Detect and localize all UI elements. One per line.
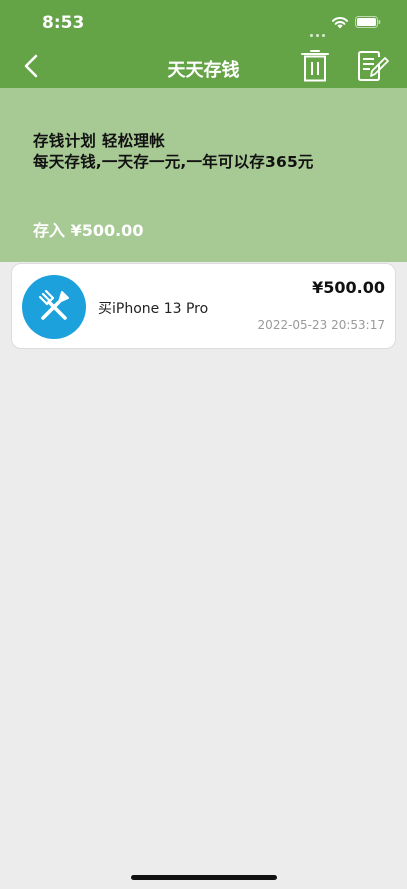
savings-banner: 存钱计划 轻松理帐 每天存钱,一天存一元,一年可以存365元 存入 ¥500.0… — [0, 88, 407, 262]
nav-bar: 天天存钱 — [0, 44, 407, 88]
trash-icon[interactable] — [300, 50, 330, 82]
status-time: 8:53 — [42, 13, 85, 33]
fork-knife-icon — [22, 275, 86, 339]
record-amount: ¥500.00 — [312, 278, 385, 297]
cellular-signal-icon — [310, 22, 328, 41]
record-card[interactable]: 买iPhone 13 Pro ¥500.00 2022-05-23 20:53:… — [11, 263, 396, 349]
banner-slogan: 存钱计划 轻松理帐 — [33, 132, 166, 150]
battery-icon — [355, 16, 381, 28]
home-indicator[interactable] — [131, 875, 277, 880]
page-title: 天天存钱 — [167, 60, 240, 81]
wifi-icon — [332, 17, 348, 29]
banner-description: 每天存钱,一天存一元,一年可以存365元 — [33, 153, 314, 171]
note-edit-icon[interactable] — [357, 51, 389, 81]
deposit-total: 存入 ¥500.00 — [33, 221, 144, 240]
status-bar: 8:53 — [0, 0, 407, 44]
record-timestamp: 2022-05-23 20:53:17 — [257, 318, 385, 332]
screen: 8:53 天天存钱 存钱计划 轻松理帐 每天存钱,一天存一元,一年可以存365元… — [0, 0, 407, 889]
record-name: 买iPhone 13 Pro — [98, 301, 209, 317]
